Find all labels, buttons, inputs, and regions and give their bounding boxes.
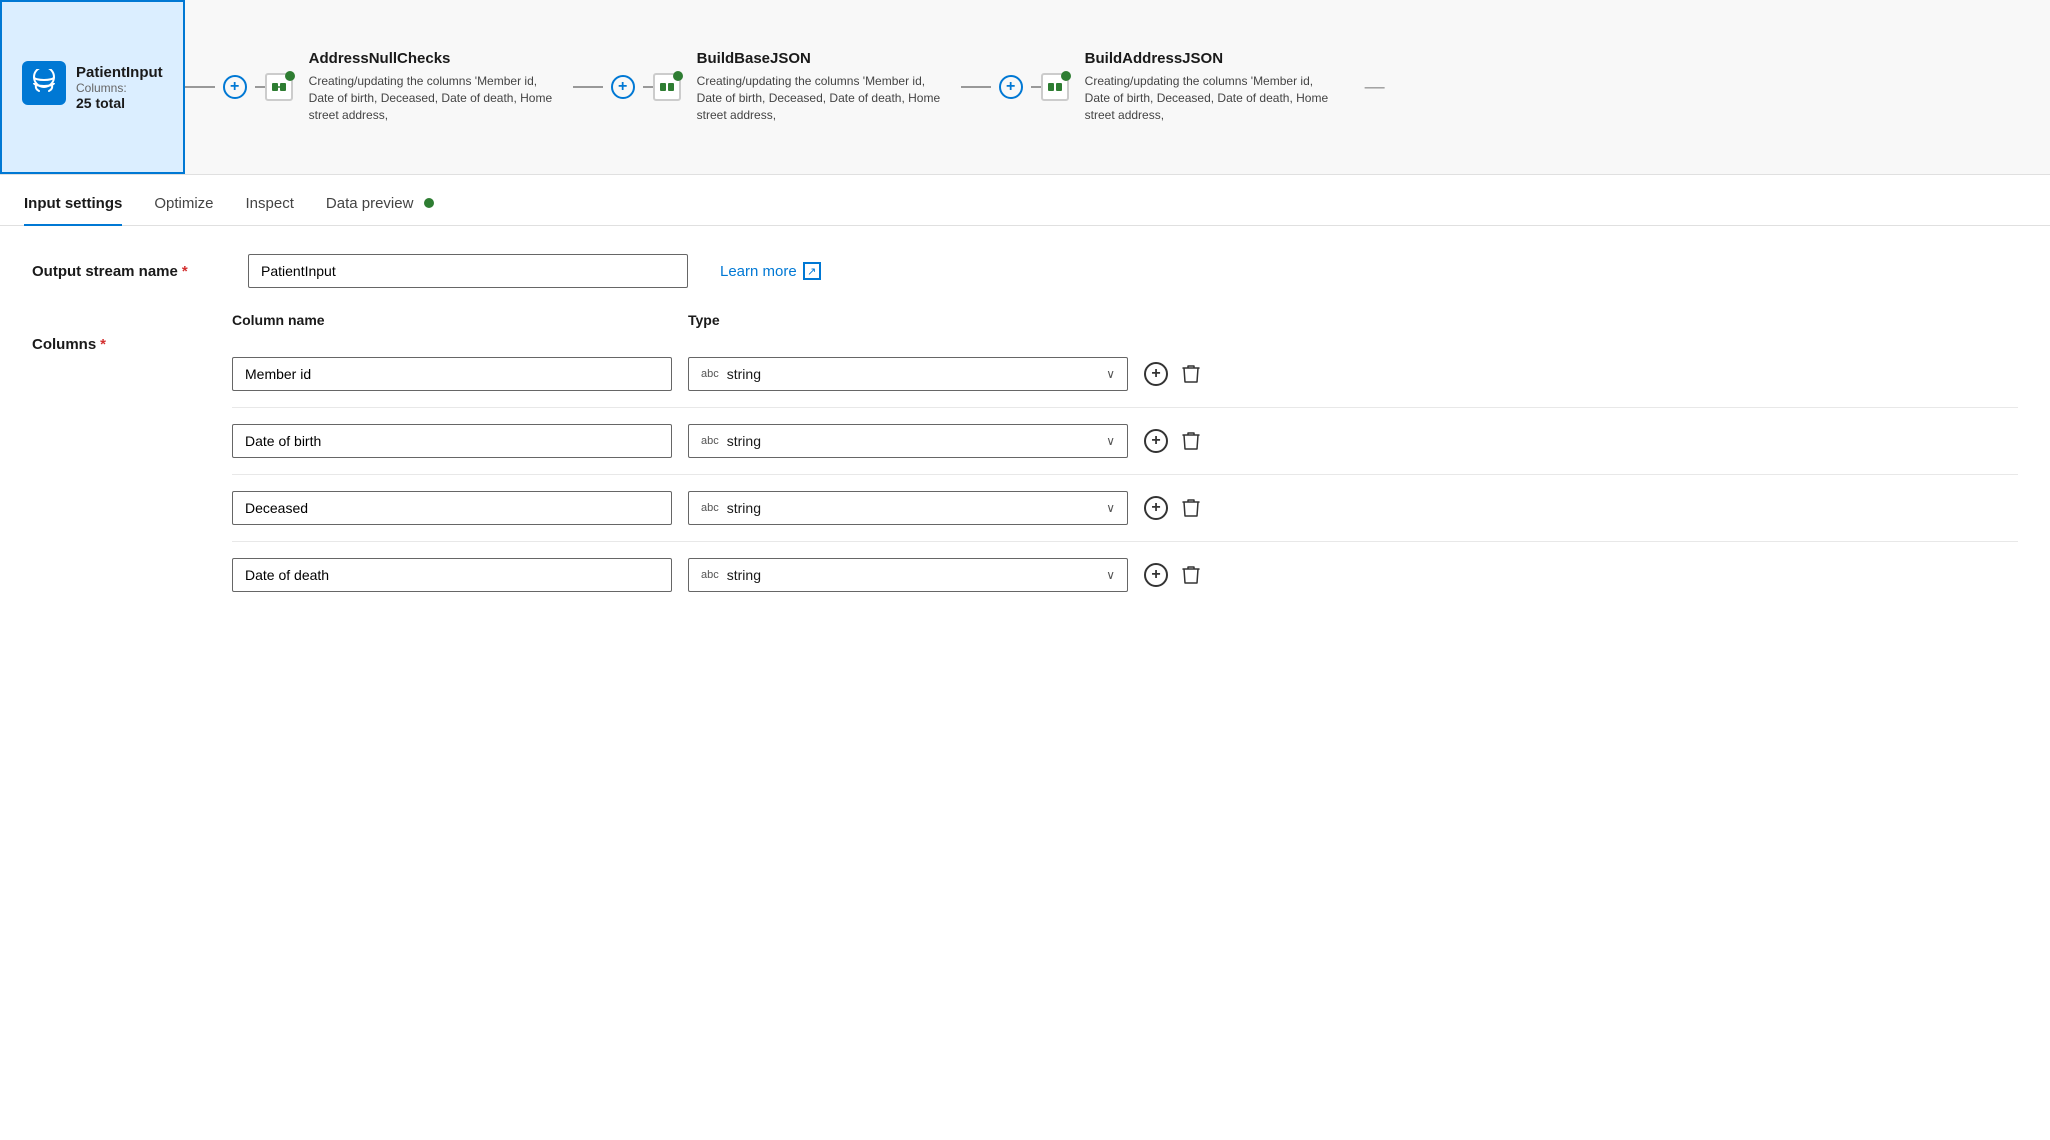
type-badge-member-id: abc (701, 368, 719, 380)
col-actions-4: + (1144, 563, 1202, 587)
type-badge-dod: abc (701, 569, 719, 581)
col-type-select-date-of-death[interactable]: abc string ∨ (688, 558, 1128, 592)
col-type-select-deceased[interactable]: abc string ∨ (688, 491, 1128, 525)
type-badge-dob: abc (701, 435, 719, 447)
tab-data-preview[interactable]: Data preview (326, 183, 434, 226)
external-link-icon: ↗ (803, 262, 821, 280)
output-stream-row: Output stream name* Learn more ↗ (32, 254, 2018, 288)
col-name-date-of-birth[interactable] (232, 424, 672, 458)
transform-desc-3: Creating/updating the columns 'Member id… (1085, 73, 1333, 123)
col-header-type: Type (688, 312, 1128, 328)
type-value-dod: string (727, 567, 761, 583)
col-type-select-member-id[interactable]: abc string ∨ (688, 357, 1128, 391)
pipeline-segment-2: + BuildBaseJSON Creating/updating the co… (573, 0, 961, 174)
col-actions-2: + (1144, 429, 1202, 453)
del-col-btn-1[interactable] (1180, 362, 1202, 386)
col-headers: Column name Type (232, 312, 2018, 328)
node-count: 25 total (76, 95, 163, 111)
add-node-btn-3[interactable]: + (999, 75, 1023, 99)
transform-desc-2: Creating/updating the columns 'Member id… (697, 73, 945, 123)
transform-icon-1 (265, 73, 293, 101)
database-icon (22, 61, 66, 105)
chevron-down-icon-4: ∨ (1106, 568, 1115, 582)
col-actions-1: + (1144, 362, 1202, 386)
learn-more-link[interactable]: Learn more ↗ (720, 262, 821, 280)
transform-desc-1: Creating/updating the columns 'Member id… (309, 73, 557, 123)
type-value-deceased: string (727, 500, 761, 516)
transform-icon-3 (1041, 73, 1069, 101)
transform-icon-2 (653, 73, 681, 101)
content-area: Output stream name* Learn more ↗ Column … (0, 226, 2050, 652)
chevron-down-icon-3: ∨ (1106, 501, 1115, 515)
column-row-date-of-birth: abc string ∨ + (232, 424, 2018, 475)
pipeline-header: PatientInput Columns: 25 total + Address… (0, 0, 2050, 175)
column-row-member-id: abc string ∨ + (232, 357, 2018, 408)
data-preview-dot (424, 198, 434, 208)
type-value-dob: string (727, 433, 761, 449)
transform-node-address-null[interactable]: AddressNullChecks Creating/updating the … (293, 38, 573, 135)
add-col-btn-4[interactable]: + (1144, 563, 1168, 587)
add-col-btn-1[interactable]: + (1144, 362, 1168, 386)
col-name-member-id[interactable] (232, 357, 672, 391)
columns-label: Columns* (32, 336, 232, 353)
column-row-date-of-death: abc string ∨ + (232, 558, 2018, 608)
scrollbar-indicator: — (1365, 76, 1385, 99)
output-stream-input[interactable] (248, 254, 688, 288)
add-col-btn-3[interactable]: + (1144, 496, 1168, 520)
tab-inspect[interactable]: Inspect (246, 183, 294, 226)
tab-input-settings[interactable]: Input settings (24, 183, 122, 226)
add-col-btn-2[interactable]: + (1144, 429, 1168, 453)
column-row-deceased: abc string ∨ + (232, 491, 2018, 542)
type-badge-deceased: abc (701, 502, 719, 514)
add-node-btn-2[interactable]: + (611, 75, 635, 99)
col-header-name: Column name (232, 312, 672, 328)
node-title-patient-input: PatientInput (76, 64, 163, 81)
columns-section: Column name Type Columns* abc string ∨ + (32, 312, 2018, 608)
output-stream-label: Output stream name* (32, 263, 232, 280)
tab-optimize[interactable]: Optimize (154, 183, 213, 226)
del-col-btn-3[interactable] (1180, 496, 1202, 520)
transform-node-build-base[interactable]: BuildBaseJSON Creating/updating the colu… (681, 38, 961, 135)
pipeline-segment-1: + AddressNullChecks Creating/updating th… (185, 0, 573, 174)
transform-title-1: AddressNullChecks (309, 50, 557, 67)
columns-label-row: Columns* (32, 336, 2018, 353)
pipeline-node-patient-input[interactable]: PatientInput Columns: 25 total (0, 0, 185, 174)
col-name-deceased[interactable] (232, 491, 672, 525)
col-type-select-date-of-birth[interactable]: abc string ∨ (688, 424, 1128, 458)
node-subtitle: Columns: (76, 81, 163, 95)
add-node-btn-1[interactable]: + (223, 75, 247, 99)
del-col-btn-2[interactable] (1180, 429, 1202, 453)
transform-title-3: BuildAddressJSON (1085, 50, 1333, 67)
col-actions-3: + (1144, 496, 1202, 520)
transform-node-build-address[interactable]: BuildAddressJSON Creating/updating the c… (1069, 38, 1349, 135)
transform-title-2: BuildBaseJSON (697, 50, 945, 67)
chevron-down-icon-1: ∨ (1106, 367, 1115, 381)
del-col-btn-4[interactable] (1180, 563, 1202, 587)
pipeline-segment-3: + BuildAddressJSON Creating/updating the… (961, 0, 1385, 174)
type-value-member-id: string (727, 366, 761, 382)
chevron-down-icon-2: ∨ (1106, 434, 1115, 448)
col-name-date-of-death[interactable] (232, 558, 672, 592)
tabs-bar: Input settings Optimize Inspect Data pre… (0, 183, 2050, 226)
